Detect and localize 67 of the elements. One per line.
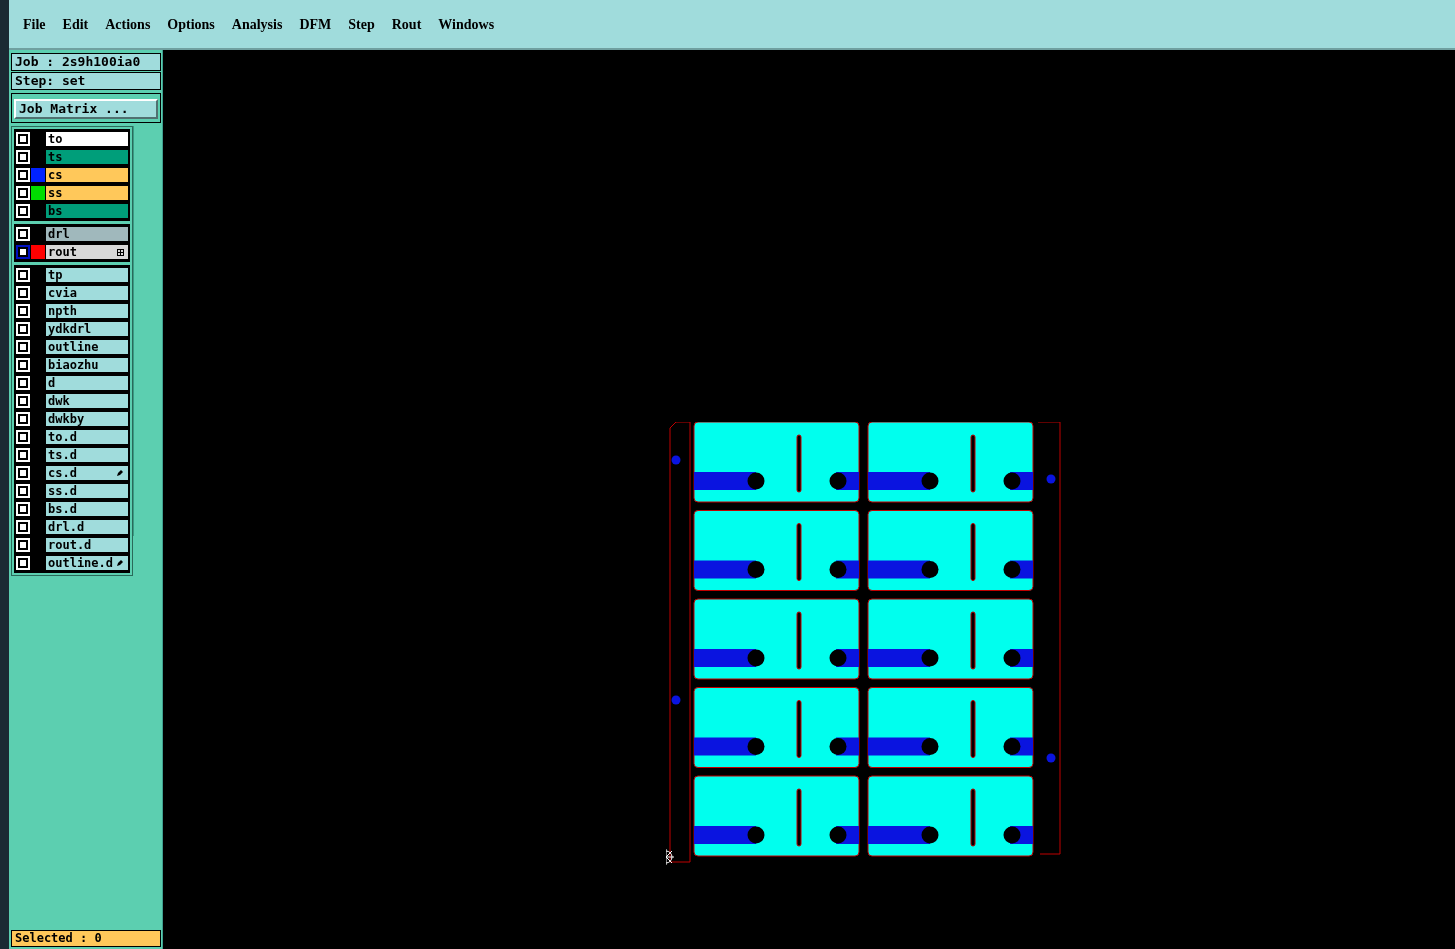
- layer-name[interactable]: ss: [46, 186, 128, 200]
- layer-name[interactable]: tp: [46, 268, 128, 282]
- layer-toggle[interactable]: [16, 394, 30, 408]
- menu-item[interactable]: DFM: [299, 13, 332, 35]
- layer-name[interactable]: cs: [46, 168, 128, 182]
- layer-toggle[interactable]: [16, 412, 30, 426]
- layer-name[interactable]: rout.d: [46, 538, 128, 552]
- layer-toggle[interactable]: [16, 556, 30, 570]
- layer-name[interactable]: drl.d: [46, 520, 128, 534]
- layer-toggle[interactable]: [16, 286, 30, 300]
- layer-toggle[interactable]: [16, 268, 30, 282]
- menu-item[interactable]: Windows: [438, 13, 495, 35]
- layer-toggle[interactable]: [16, 304, 30, 318]
- layer-name[interactable]: dwkby: [46, 412, 128, 426]
- layer-toggle[interactable]: [16, 204, 30, 218]
- layer-name[interactable]: bs: [46, 204, 128, 218]
- layer-name[interactable]: to: [46, 132, 128, 146]
- layer-name[interactable]: npth: [46, 304, 128, 318]
- menu-item[interactable]: File: [23, 13, 46, 35]
- layer-toggle[interactable]: [16, 245, 30, 259]
- layer-toggle[interactable]: [16, 322, 30, 336]
- layer-name[interactable]: drl: [46, 227, 128, 241]
- layer-color-swatch[interactable]: [31, 186, 45, 200]
- menu-item[interactable]: Rout: [391, 13, 422, 35]
- menu-item[interactable]: Step: [348, 13, 375, 35]
- pen-icon: [116, 469, 124, 477]
- layer-name[interactable]: ts.d: [46, 448, 128, 462]
- menu-item[interactable]: Edit: [62, 13, 89, 35]
- layer-toggle[interactable]: [16, 520, 30, 534]
- layer-toggle[interactable]: [16, 186, 30, 200]
- layer-name[interactable]: cs.d: [46, 466, 128, 480]
- layer-toggle[interactable]: [16, 376, 30, 390]
- layer-toggle[interactable]: [16, 150, 30, 164]
- step-label: Step: set: [11, 72, 161, 90]
- layer-color-swatch[interactable]: [31, 245, 45, 259]
- layer-toggle[interactable]: [16, 168, 30, 182]
- layer-name[interactable]: ydkdrl: [46, 322, 128, 336]
- layer-name[interactable]: biaozhu: [46, 358, 128, 372]
- layer-name[interactable]: cvia: [46, 286, 128, 300]
- layer-toggle[interactable]: [16, 340, 30, 354]
- layer-name[interactable]: rout: [46, 245, 128, 259]
- layer-toggle[interactable]: [16, 484, 30, 498]
- layer-name[interactable]: outline: [46, 340, 128, 354]
- layer-toggle[interactable]: [16, 430, 30, 444]
- layer-name[interactable]: d: [46, 376, 128, 390]
- pen-icon: [116, 559, 124, 567]
- layer-name[interactable]: ss.d: [46, 484, 128, 498]
- layer-name[interactable]: ts: [46, 150, 128, 164]
- layer-toggle[interactable]: [16, 538, 30, 552]
- job-matrix-button[interactable]: Job Matrix ...: [14, 99, 158, 119]
- layer-toggle[interactable]: [16, 448, 30, 462]
- layer-name[interactable]: outline.d: [46, 556, 128, 570]
- layer-name[interactable]: dwk: [46, 394, 128, 408]
- layer-color-swatch[interactable]: [31, 168, 45, 182]
- job-label: Job : 2s9h100ia0: [11, 53, 161, 71]
- menu-item[interactable]: Options: [167, 13, 215, 35]
- menu-item[interactable]: Analysis: [231, 13, 283, 35]
- layer-toggle[interactable]: [16, 132, 30, 146]
- layer-toggle[interactable]: [16, 466, 30, 480]
- layer-name[interactable]: bs.d: [46, 502, 128, 516]
- status-field: Selected : 0: [11, 930, 161, 947]
- layer-toggle[interactable]: [16, 358, 30, 372]
- layer-name[interactable]: to.d: [46, 430, 128, 444]
- menu-item[interactable]: Actions: [105, 13, 151, 35]
- grid-icon: [117, 248, 124, 256]
- layer-toggle[interactable]: [16, 227, 30, 241]
- layer-toggle[interactable]: [16, 502, 30, 516]
